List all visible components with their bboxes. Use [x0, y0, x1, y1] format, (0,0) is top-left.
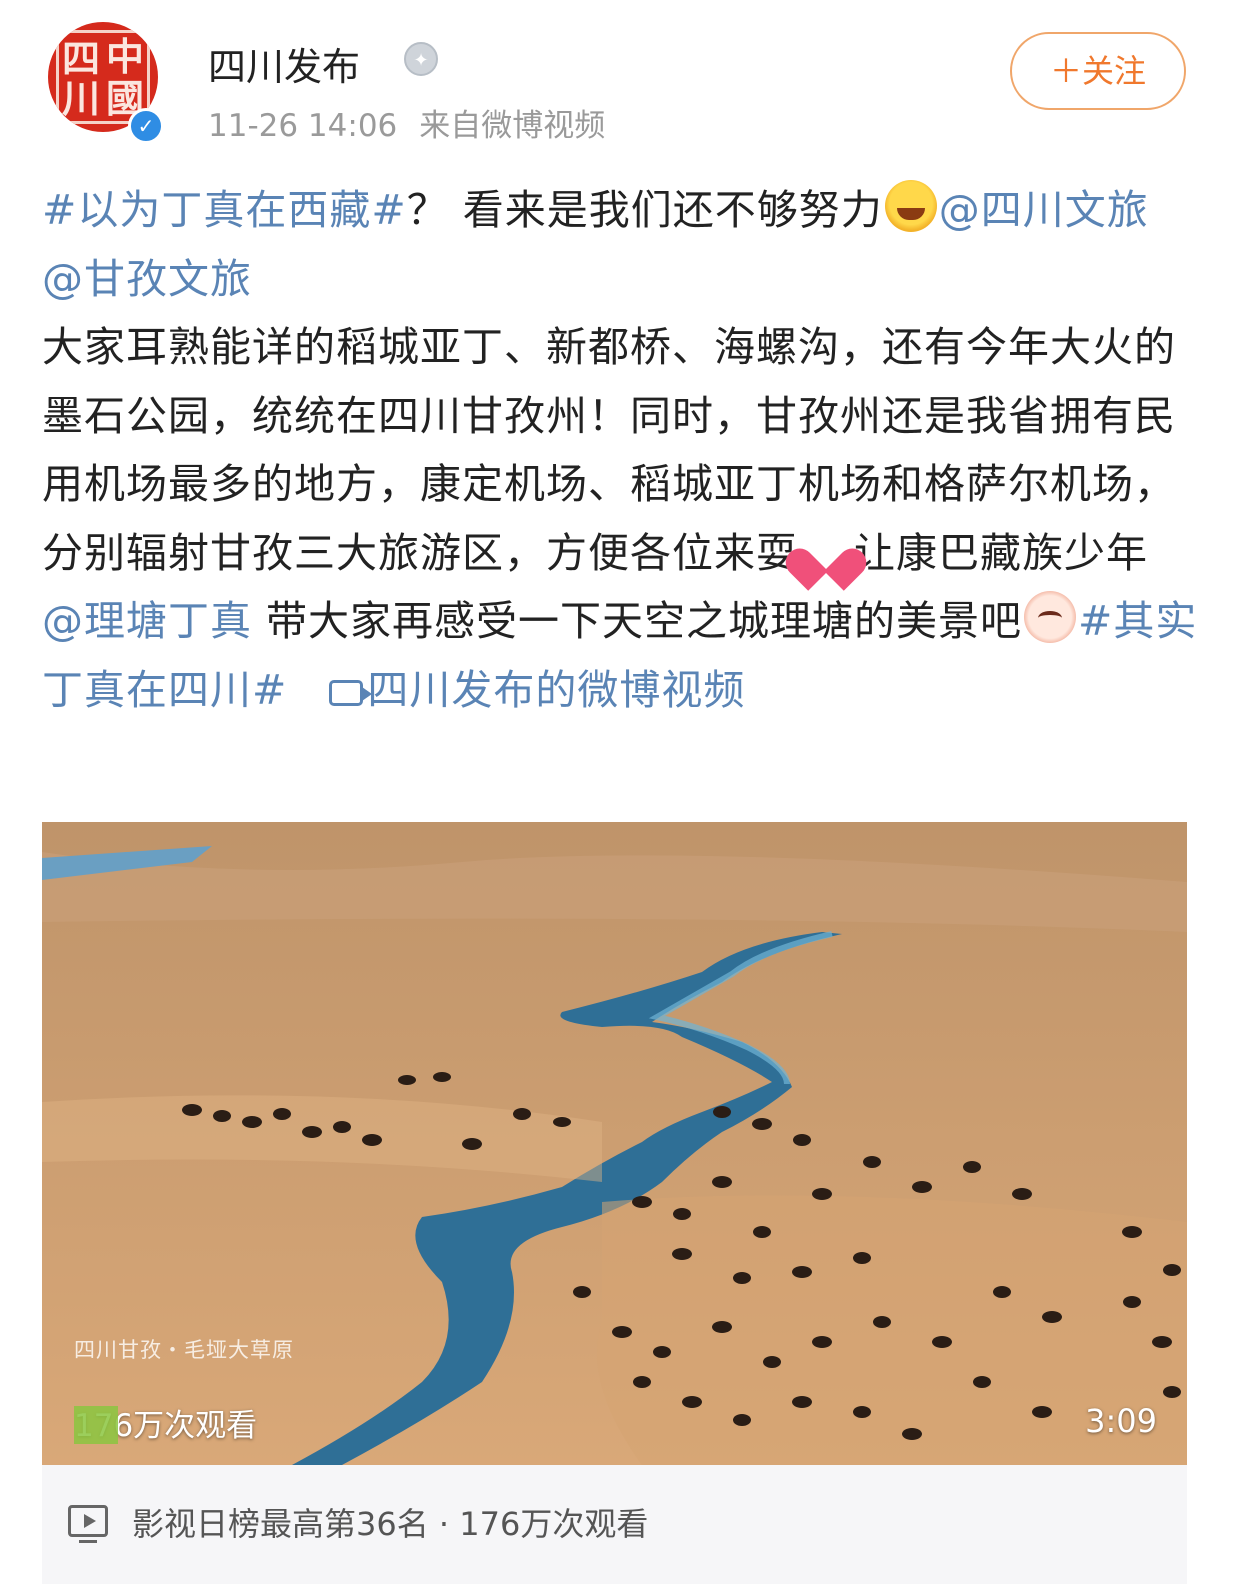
seal-glyph: 四	[62, 37, 101, 81]
post-text-segment: 让康巴藏族少年	[854, 528, 1148, 577]
verified-badge-icon: ✓	[128, 108, 164, 144]
video-camera-icon	[329, 679, 373, 706]
rank-text: 影视日榜最高第36名 · 176万次观看	[132, 1505, 649, 1543]
timestamp: 11-26 14:06	[208, 108, 398, 144]
video-rank-bar[interactable]: 影视日榜最高第36名 · 176万次观看	[42, 1465, 1187, 1584]
mention-link[interactable]: @理塘丁真	[42, 597, 252, 645]
blush-emoji-icon	[1024, 591, 1077, 643]
post-text-segment: ？ 看来是我们还不够努力	[406, 186, 883, 234]
tv-play-icon	[68, 1505, 108, 1543]
landscape-thumbnail	[42, 822, 1187, 1465]
video-view-count: 176万次观看	[74, 1400, 257, 1445]
mention-link[interactable]: @四川文旅	[939, 186, 1149, 234]
post-text-segment: 带大家再感受一下天空之城理塘的美景吧	[266, 597, 1023, 645]
laughing-tears-emoji-icon	[884, 180, 937, 232]
follow-button[interactable]: ＋关注	[1010, 32, 1186, 110]
hashtag-link[interactable]: #以为丁真在西藏#	[42, 186, 407, 234]
mention-link[interactable]: @甘孜文旅	[42, 255, 252, 303]
video-duration: 3:09	[1085, 1402, 1157, 1440]
video-link[interactable]: 四川发布的微博视频	[301, 666, 745, 714]
post-meta: 11-26 14:06 来自微博视频	[208, 100, 605, 145]
video-link-label: 四川发布的微博视频	[367, 665, 746, 714]
post-text: #以为丁真在西藏#？ 看来是我们还不够努力 @四川文旅 @甘孜文旅 大家耳熟能详的…	[42, 176, 1202, 724]
post-source[interactable]: 来自微博视频	[419, 108, 605, 144]
username[interactable]: 四川发布	[208, 36, 360, 91]
heart-emoji-icon	[800, 523, 852, 575]
video-player[interactable]: 四川甘孜・毛垭大草原 176万次观看 3:09	[42, 822, 1187, 1465]
seal-glyph: 中	[106, 35, 145, 79]
seal-glyph: 川	[62, 77, 101, 121]
video-location-caption: 四川甘孜・毛垭大草原	[74, 1338, 294, 1362]
view-count-badge	[74, 1406, 118, 1444]
medal-icon[interactable]: ✦	[404, 42, 438, 76]
